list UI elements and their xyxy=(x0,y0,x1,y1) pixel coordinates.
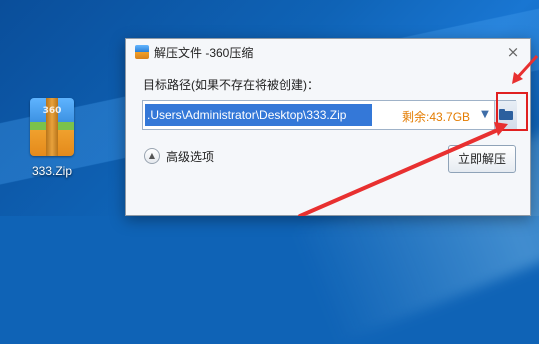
zip-icon-number: 360 xyxy=(42,106,62,116)
zip-archive-icon: 360 xyxy=(24,92,80,162)
destination-path-field[interactable]: .Users\Administrator\Desktop\333.Zip 剩余:… xyxy=(142,100,517,130)
extract-now-button[interactable]: 立即解压 xyxy=(448,145,516,173)
dialog-title: 解压文件 -360压缩 xyxy=(154,46,254,60)
chevron-up-icon: ▲ xyxy=(144,148,160,164)
advanced-options-label: 高级选项 xyxy=(166,150,215,164)
path-selection: .Users\Administrator\Desktop\333.Zip xyxy=(145,104,372,126)
360zip-app-icon xyxy=(135,45,149,59)
free-space-label: 剩余:43.7GB xyxy=(402,110,471,124)
extract-dialog: 解压文件 -360压缩 × 目标路径(如果不存在将被创建)： .Users\Ad… xyxy=(125,38,531,216)
close-button[interactable]: × xyxy=(504,43,522,61)
desktop-icon-333-zip[interactable]: 360 333.Zip xyxy=(16,92,88,178)
path-input-text[interactable]: .Users\Administrator\Desktop\333.Zip xyxy=(147,108,346,122)
dialog-titlebar: 解压文件 -360压缩 × xyxy=(126,39,530,65)
path-history-dropdown[interactable]: ▼ xyxy=(475,101,495,129)
desktop-icon-label: 333.Zip xyxy=(31,164,73,178)
annotation-highlight-box xyxy=(496,92,528,131)
destination-path-label: 目标路径(如果不存在将被创建)： xyxy=(143,78,319,92)
